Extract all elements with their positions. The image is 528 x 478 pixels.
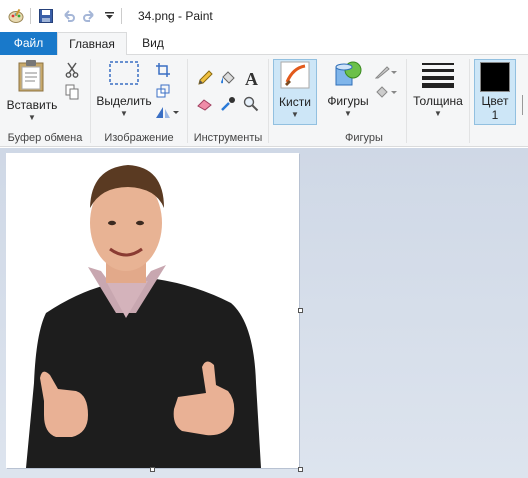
chevron-down-icon: ▼ xyxy=(344,109,352,118)
paste-button[interactable]: Вставить ▼ xyxy=(6,59,58,122)
color-picker-icon[interactable] xyxy=(219,95,237,113)
shapes-group: Фигуры ▼ Фигуры xyxy=(322,55,406,147)
resize-icon[interactable] xyxy=(154,82,172,100)
window-title: 34.png - Paint xyxy=(138,9,213,23)
brushes-label: Кисти xyxy=(279,95,311,109)
undo-icon[interactable] xyxy=(59,7,77,25)
clipboard-group-label: Буфер обмена xyxy=(7,132,83,144)
pencil-icon[interactable] xyxy=(196,69,214,87)
chevron-down-icon: ▼ xyxy=(120,109,128,118)
brush-icon xyxy=(280,61,310,89)
shapes-label: Фигуры xyxy=(327,94,369,108)
paste-label: Вставить xyxy=(6,98,58,112)
title-bar: 34.png - Paint xyxy=(0,0,528,32)
resize-handle-bottom[interactable] xyxy=(150,467,155,472)
color2-button-partial[interactable] xyxy=(522,95,528,115)
ribbon: Вставить ▼ Буфер обмена Выделить ▼ Изобр… xyxy=(0,55,528,147)
line-width-icon xyxy=(422,63,454,88)
select-button[interactable]: Выделить ▼ xyxy=(95,59,153,118)
color1-button[interactable]: Цвет 1 xyxy=(474,59,516,125)
image-group: Выделить ▼ Изображение xyxy=(91,55,187,147)
shapes-button[interactable]: Фигуры ▼ xyxy=(324,59,372,118)
photo-man-thumbs-up xyxy=(26,165,261,468)
chevron-down-icon: ▼ xyxy=(434,109,442,118)
select-rect-icon xyxy=(109,61,139,85)
shapes-icon xyxy=(335,61,362,86)
size-label: Толщина xyxy=(413,94,463,108)
fill-icon[interactable] xyxy=(374,83,398,101)
tab-view[interactable]: Вид xyxy=(127,32,179,55)
customize-toolbar-icon[interactable] xyxy=(103,7,115,25)
shapes-group-label: Фигуры xyxy=(345,132,383,144)
rotate-icon[interactable] xyxy=(154,103,180,121)
group-separator xyxy=(469,59,470,143)
tab-file[interactable]: Файл xyxy=(0,32,57,55)
select-label: Выделить xyxy=(96,94,152,108)
group-separator xyxy=(268,59,269,143)
fill-bucket-icon[interactable] xyxy=(219,69,237,87)
tab-home[interactable]: Главная xyxy=(57,32,127,56)
group-separator xyxy=(406,59,407,143)
save-icon[interactable] xyxy=(37,7,55,25)
color1-swatch xyxy=(480,62,510,92)
tools-group: A Инструменты xyxy=(188,55,268,147)
title-separator xyxy=(30,8,31,24)
svg-text:A: A xyxy=(245,69,258,87)
eraser-icon[interactable] xyxy=(196,95,214,113)
copy-icon[interactable] xyxy=(63,83,81,101)
canvas-workspace xyxy=(0,148,528,478)
chevron-down-icon: ▼ xyxy=(28,113,36,122)
title-separator-2 xyxy=(121,8,122,24)
crop-icon[interactable] xyxy=(154,61,172,79)
color1-number: 1 xyxy=(491,108,499,122)
clipboard-group: Вставить ▼ Буфер обмена xyxy=(0,55,90,147)
chevron-down-icon: ▼ xyxy=(291,110,299,119)
paint-app-icon[interactable] xyxy=(8,8,24,24)
text-tool-icon[interactable]: A xyxy=(242,68,262,88)
magnifier-icon[interactable] xyxy=(242,95,260,113)
brushes-button[interactable]: Кисти ▼ xyxy=(273,59,317,125)
cut-icon[interactable] xyxy=(63,61,81,79)
color1-label: Цвет xyxy=(481,94,509,108)
size-button[interactable]: Толщина ▼ xyxy=(410,59,466,118)
outline-icon[interactable] xyxy=(374,63,398,81)
tools-group-label: Инструменты xyxy=(193,132,263,144)
resize-handle-corner[interactable] xyxy=(298,467,303,472)
image-canvas[interactable] xyxy=(6,153,299,468)
image-group-label: Изображение xyxy=(104,132,174,144)
redo-icon[interactable] xyxy=(81,7,99,25)
ribbon-tabs: Файл Главная Вид xyxy=(0,32,528,56)
resize-handle-right[interactable] xyxy=(298,308,303,313)
clipboard-icon xyxy=(18,60,44,92)
